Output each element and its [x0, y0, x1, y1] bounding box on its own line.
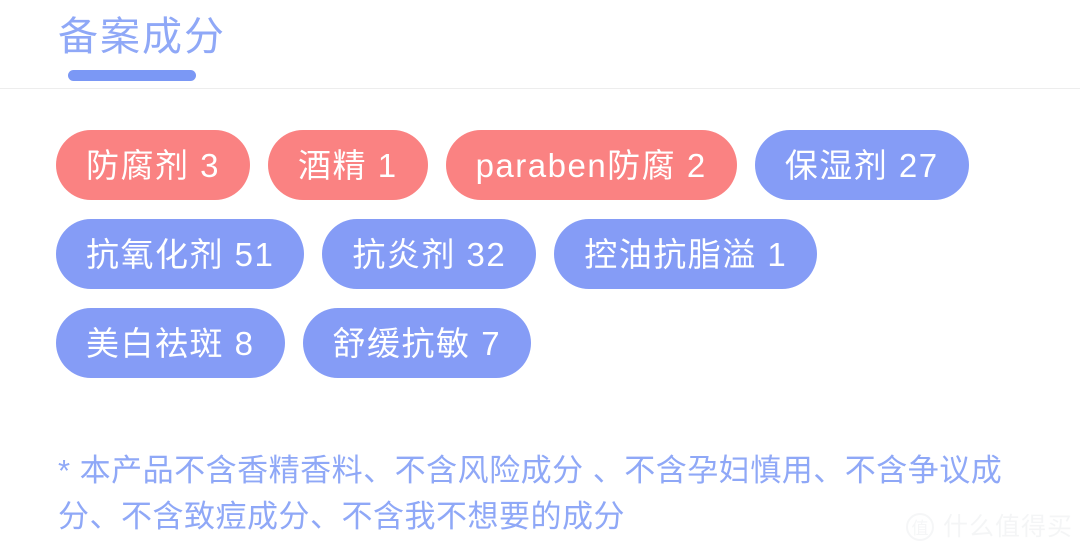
ingredient-tag[interactable]: paraben防腐 2	[445, 130, 737, 200]
ingredient-tag[interactable]: 防腐剂 3	[56, 130, 251, 200]
ingredient-tag[interactable]: 控油抗脂溢 1	[554, 219, 818, 289]
title-underline-accent	[68, 70, 196, 81]
ingredient-tag[interactable]: 保湿剂 27	[754, 130, 969, 200]
header-divider	[0, 88, 1080, 89]
ingredient-tag[interactable]: 美白祛斑 8	[56, 308, 285, 378]
ingredient-tag-list: 防腐剂 3 酒精 1 paraben防腐 2 保湿剂 27 抗氧化剂 51 抗炎剂 32 控…	[56, 130, 1036, 378]
ingredient-tag[interactable]: 舒缓抗敏 7	[302, 308, 532, 378]
page-title: 备案成分	[58, 15, 226, 59]
watermark: 值 什么值得买	[906, 513, 1073, 541]
section-header: 备案成分	[0, 0, 1080, 89]
ingredient-tag[interactable]: 酒精 1	[268, 130, 428, 200]
ingredient-tag[interactable]: 抗炎剂 32	[322, 219, 537, 289]
watermark-label: 什么值得买	[943, 513, 1074, 541]
ingredient-tag[interactable]: 抗氧化剂 51	[56, 219, 305, 289]
ingredient-filing-panel: 备案成分 防腐剂 3 酒精 1 paraben防腐 2 保湿剂 27 抗氧化剂 51 抗炎…	[0, 0, 1080, 558]
watermark-logo-icon: 值	[906, 513, 934, 541]
